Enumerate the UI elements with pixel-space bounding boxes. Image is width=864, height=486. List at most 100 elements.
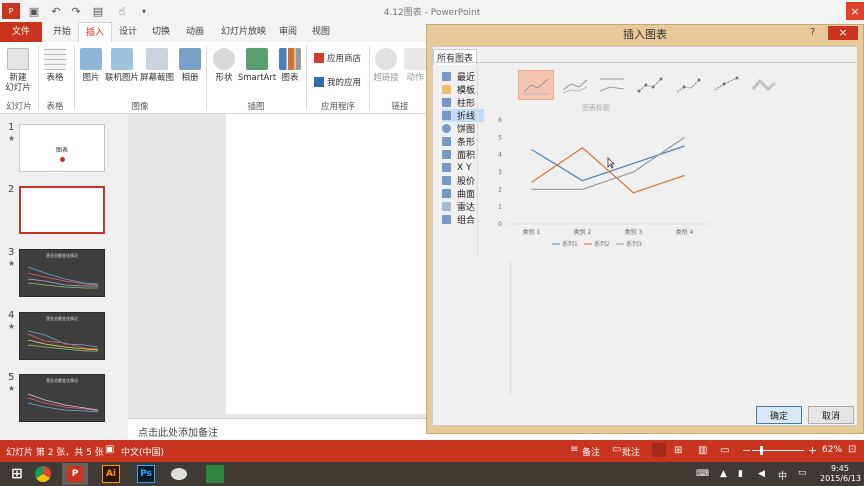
chart-type-stacked-line[interactable] [557, 70, 593, 100]
hyperlink-icon [375, 48, 397, 70]
chrome-icon[interactable] [30, 463, 56, 485]
chart-type-3d-line[interactable] [746, 70, 782, 100]
ok-button[interactable]: 确定 [756, 406, 802, 424]
photo-album-button[interactable]: 相册 [177, 48, 203, 83]
online-pictures-button[interactable]: 联机图片 [105, 48, 139, 83]
chart-type-percent-stacked-line[interactable] [594, 70, 630, 100]
photoshop-icon[interactable]: Ps [133, 463, 159, 485]
group-separator [74, 46, 75, 110]
chart-type-line[interactable] [518, 70, 554, 100]
slide-thumbnail-5[interactable]: 营业总额变化情况 [19, 374, 105, 422]
pictures-button[interactable]: 图片 [78, 48, 104, 83]
notes-toggle[interactable]: 备注 [582, 445, 600, 458]
powerpoint-taskbar-icon[interactable]: P [62, 463, 88, 485]
nav-combo[interactable]: 组合 [442, 213, 475, 226]
slide-thumbnail-2[interactable] [19, 186, 105, 234]
action-button[interactable]: 动作 [404, 48, 426, 83]
app-icon[interactable] [166, 463, 192, 485]
tab-view[interactable]: 视图 [305, 22, 337, 42]
tab-slideshow[interactable]: 幻灯片放映 [214, 22, 273, 42]
window-close-icon[interactable]: × [846, 2, 864, 20]
slideshow-view-icon[interactable]: ▭ [720, 445, 729, 456]
nav-column[interactable]: 柱形 [442, 96, 475, 109]
nav-templates[interactable]: 模板 [442, 83, 475, 96]
volume-icon[interactable]: ◀ [758, 469, 765, 479]
new-slide-button[interactable]: 新建 幻灯片 [2, 48, 34, 93]
zoom-level[interactable]: 62% [822, 445, 842, 455]
photo-album-icon [179, 48, 201, 70]
stock-chart-icon [442, 176, 451, 185]
x-tick: 类别 4 [676, 228, 694, 236]
clock[interactable]: 9:45 2015/6/13 [820, 464, 861, 484]
dialog-help-button[interactable]: ? [810, 27, 815, 38]
touch-mode-icon[interactable]: ☝ [114, 3, 130, 19]
photo-album-label: 相册 [181, 73, 199, 83]
slide-thumbnail-3[interactable]: 营业总额变化情况 [19, 249, 105, 297]
hyperlink-button[interactable]: 超链接 [372, 48, 400, 83]
notification-up-icon[interactable]: ▲ [720, 469, 727, 479]
nav-stock[interactable]: 股价 [442, 174, 475, 187]
nav-recent[interactable]: 最近 [442, 70, 475, 83]
nav-surface[interactable]: 曲面 [442, 187, 475, 200]
nav-pie[interactable]: 饼图 [442, 122, 475, 135]
smartart-label: SmartArt [237, 73, 277, 83]
nav-area[interactable]: 面积 [442, 148, 475, 161]
power-icon[interactable]: ▭ [798, 468, 807, 478]
tab-insert[interactable]: 插入 [78, 22, 113, 42]
slide-number: 2 [8, 184, 15, 195]
customize-quick-access-icon[interactable]: ▾ [136, 3, 152, 19]
chart-type-percent-stacked-line-markers[interactable] [708, 70, 744, 100]
camtasia-icon[interactable] [202, 463, 228, 485]
screenshot-button[interactable]: 屏幕截图 [139, 48, 175, 83]
tab-design[interactable]: 设计 [112, 22, 144, 42]
slide-thumbnail-1[interactable]: 图表 [19, 124, 105, 172]
start-from-beginning-icon[interactable]: ▤ [90, 3, 106, 19]
shapes-button[interactable]: 形状 [211, 48, 237, 83]
network-icon[interactable]: ▮ [738, 469, 743, 479]
illustrator-icon[interactable]: Ai [98, 463, 124, 485]
ime-icon[interactable]: 中 [778, 469, 787, 482]
zoom-slider-thumb[interactable] [760, 446, 763, 455]
smartart-button[interactable]: SmartArt [237, 48, 277, 83]
table-button[interactable]: 表格 [40, 48, 70, 83]
dialog-close-button[interactable]: × [828, 26, 858, 40]
language-status[interactable]: 中文(中国) [121, 445, 164, 458]
zoom-out-button[interactable]: − [742, 444, 751, 457]
slide-sorter-icon[interactable]: ⊞ [674, 445, 682, 456]
chart-label: 图表 [281, 73, 299, 83]
normal-view-icon[interactable] [652, 443, 666, 457]
comments-toggle[interactable]: 批注 [622, 445, 640, 458]
store-button[interactable]: 应用商店 [314, 52, 361, 64]
chart-type-line-markers[interactable] [632, 70, 668, 100]
cancel-button[interactable]: 取消 [808, 406, 854, 424]
illustrator-logo: Ai [102, 465, 120, 483]
notes-pane[interactable]: 点击此处添加备注 [128, 418, 428, 440]
tab-transitions[interactable]: 切换 [145, 22, 177, 42]
zoom-in-button[interactable]: + [808, 444, 817, 457]
tab-home[interactable]: 开始 [46, 22, 78, 42]
percent-stacked-line-chart-icon [599, 78, 625, 92]
percent-stacked-line-markers-chart-icon [714, 76, 739, 91]
save-icon[interactable]: ▣ [26, 3, 42, 19]
tab-file[interactable]: 文件 [0, 22, 43, 42]
legend-label: 系列2 [594, 240, 610, 248]
reading-view-icon[interactable]: ▥ [698, 445, 707, 456]
chart-button[interactable]: 图表 [278, 48, 302, 83]
slide-thumbnail-4[interactable]: 营业总额变化情况 [19, 312, 105, 360]
tab-animations[interactable]: 动画 [179, 22, 211, 42]
my-apps-button[interactable]: 我的应用 [314, 76, 361, 88]
chart-type-stacked-line-markers[interactable] [670, 70, 706, 100]
keyboard-icon[interactable]: ⌨ [696, 469, 709, 479]
nav-radar[interactable]: 雷达 [442, 200, 475, 213]
undo-icon[interactable]: ↶ [48, 3, 64, 19]
fit-slide-icon[interactable]: ⊡ [848, 444, 856, 455]
nav-xy[interactable]: X Y [442, 161, 472, 174]
redo-icon[interactable]: ↷ [68, 3, 84, 19]
powerpoint-app-icon[interactable]: P [2, 3, 20, 19]
spell-check-icon[interactable]: ▣ [105, 444, 114, 455]
windows-start-icon[interactable]: ⊞ [4, 463, 30, 485]
current-slide-canvas[interactable] [226, 114, 428, 414]
tab-review[interactable]: 审阅 [272, 22, 304, 42]
nav-bar[interactable]: 条形 [442, 135, 475, 148]
action-icon [404, 48, 426, 70]
